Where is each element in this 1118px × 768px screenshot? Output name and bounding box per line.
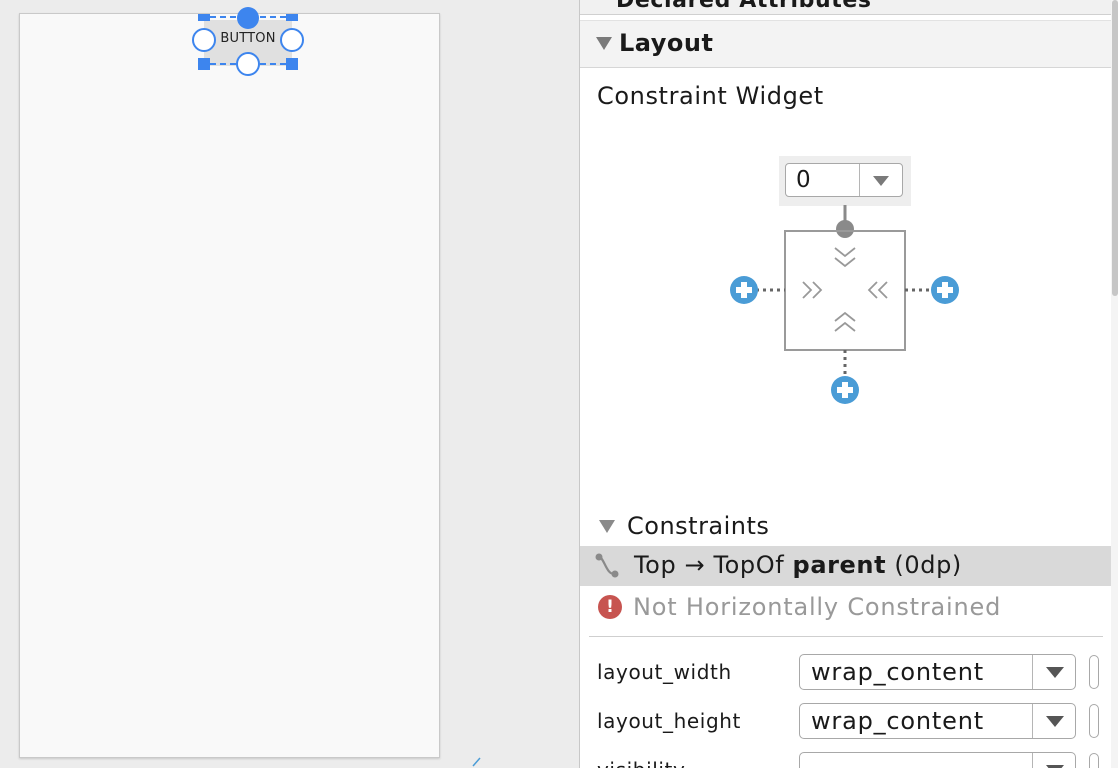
combo-separator xyxy=(1032,655,1033,689)
constraints-section-title: Constraints xyxy=(627,512,770,540)
layout-section-title: Layout xyxy=(619,29,714,57)
button-text: BUTTON xyxy=(220,31,276,46)
constraint-widget: 0 xyxy=(728,155,968,410)
attribute-row-layout-height: layout_height wrap_content xyxy=(580,701,1111,741)
warning-text: Not Horizontally Constrained xyxy=(633,593,1002,621)
selected-button-widget[interactable]: BUTTON xyxy=(188,7,308,76)
collapse-triangle-icon[interactable] xyxy=(599,520,615,533)
panel-scrollbar[interactable] xyxy=(1111,0,1118,768)
error-icon: ! xyxy=(598,595,622,619)
combo-separator xyxy=(1032,704,1033,738)
attribute-row-visibility: visibility xyxy=(580,750,1111,768)
add-left-constraint-icon xyxy=(730,276,758,304)
constraint-suffix: (0dp) xyxy=(886,551,962,579)
layout-width-combo[interactable]: wrap_content xyxy=(799,654,1076,690)
dropdown-arrow-icon[interactable] xyxy=(1046,716,1064,727)
constraint-target: parent xyxy=(792,551,887,579)
add-right-constraint-icon xyxy=(931,276,959,304)
attribute-row-layout-width: layout_width wrap_content xyxy=(580,652,1111,692)
resource-picker-button[interactable] xyxy=(1089,655,1099,689)
top-constraint-dot xyxy=(836,220,854,238)
device-screen[interactable]: BUTTON xyxy=(19,7,440,758)
attribute-value: wrap_content xyxy=(811,707,984,735)
attribute-label: layout_height xyxy=(597,709,741,733)
attribute-label: layout_width xyxy=(597,660,732,684)
visibility-combo[interactable] xyxy=(799,752,1076,768)
declared-attributes-title: Declared Attributes xyxy=(616,0,872,13)
canvas-corner-mark xyxy=(472,757,481,767)
scrollbar-thumb[interactable] xyxy=(1112,0,1118,296)
section-divider xyxy=(589,636,1103,637)
layout-section-header[interactable]: Layout xyxy=(580,20,1111,68)
resource-picker-button[interactable] xyxy=(1089,753,1099,768)
constraint-prefix: Top → TopOf xyxy=(634,551,793,579)
add-bottom-constraint-icon xyxy=(831,376,859,404)
resource-picker-button[interactable] xyxy=(1089,704,1099,738)
constraint-item-top[interactable]: Top → TopOf parent (0dp) xyxy=(580,546,1111,586)
constraint-widget-graphic xyxy=(730,205,959,404)
constraints-section-header[interactable]: Constraints xyxy=(580,508,1111,544)
constraint-warning: ! Not Horizontally Constrained xyxy=(580,588,1111,628)
attribute-value: wrap_content xyxy=(811,658,984,686)
collapse-triangle-icon[interactable] xyxy=(596,37,612,50)
layout-height-combo[interactable]: wrap_content xyxy=(799,703,1076,739)
dropdown-arrow-icon[interactable] xyxy=(1046,667,1064,678)
combo-separator xyxy=(1032,753,1033,768)
constraint-widget-title: Constraint Widget xyxy=(597,82,824,110)
design-canvas: BUTTON xyxy=(0,0,578,768)
constraint-item-text: Top → TopOf parent (0dp) xyxy=(634,551,962,579)
constraint-link-icon xyxy=(595,553,619,578)
attributes-panel: Declared Attributes Layout Constraint Wi… xyxy=(579,0,1118,768)
declared-attributes-header[interactable]: Declared Attributes xyxy=(580,0,1111,15)
attribute-label: visibility xyxy=(597,758,685,768)
